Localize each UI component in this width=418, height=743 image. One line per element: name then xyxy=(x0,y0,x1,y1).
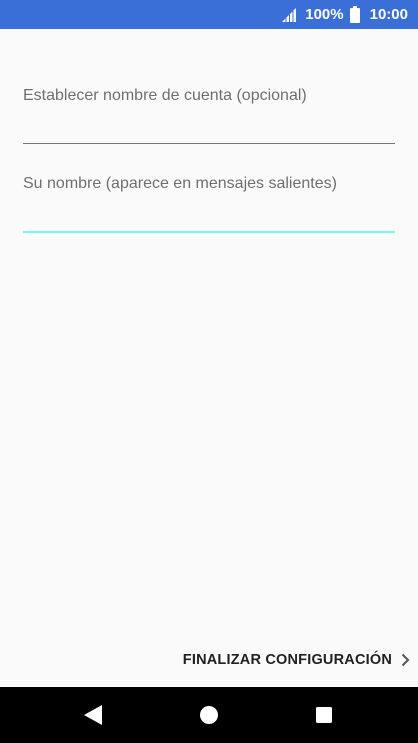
recents-icon xyxy=(316,707,332,723)
recents-button[interactable] xyxy=(294,687,354,743)
back-button[interactable] xyxy=(63,687,123,743)
home-button[interactable] xyxy=(179,687,239,743)
account-name-placeholder: Establecer nombre de cuenta (opcional) xyxy=(23,87,307,104)
battery-percent: 100% xyxy=(305,6,344,23)
battery-icon xyxy=(349,6,360,23)
finish-setup-label: FINALIZAR CONFIGURACIÓN xyxy=(182,652,392,668)
chevron-right-icon xyxy=(401,653,410,667)
back-icon xyxy=(84,705,102,725)
navigation-bar xyxy=(0,687,418,743)
clock: 10:00 xyxy=(369,6,408,23)
screen: 100% 10:00 Establecer nombre de cuenta (… xyxy=(0,0,418,743)
your-name-field[interactable]: Su nombre (aparece en mensajes salientes… xyxy=(23,174,395,236)
status-bar: 100% 10:00 xyxy=(0,0,418,29)
home-icon xyxy=(200,706,218,724)
account-name-field[interactable]: Establecer nombre de cuenta (opcional) xyxy=(23,86,395,146)
signal-icon xyxy=(281,7,297,23)
your-name-placeholder: Su nombre (aparece en mensajes salientes… xyxy=(23,175,337,192)
finish-setup-button[interactable]: FINALIZAR CONFIGURACIÓN xyxy=(183,648,410,672)
your-name-underline xyxy=(23,231,395,233)
account-name-underline xyxy=(23,143,395,144)
